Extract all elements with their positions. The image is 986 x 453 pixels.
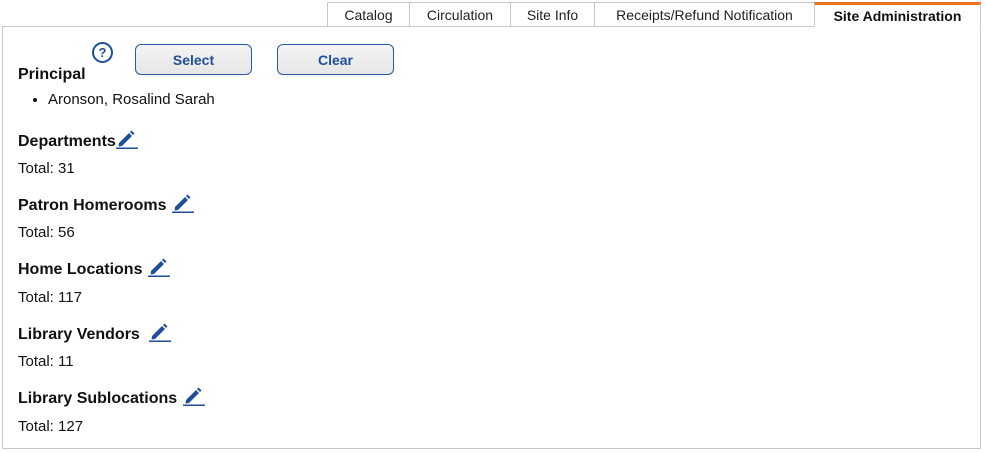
patron-homerooms-heading: Patron Homerooms — [18, 193, 195, 215]
library-vendors-total: Total: 11 — [18, 353, 74, 370]
site-administration-page: Catalog Circulation Site Info Receipts/R… — [0, 0, 986, 453]
patron-homerooms-edit-icon[interactable] — [172, 193, 195, 213]
principal-title: Principal — [18, 66, 86, 83]
patron-homerooms-total: Total: 56 — [18, 224, 75, 241]
principal-name: Aronson, Rosalind Sarah — [48, 91, 215, 108]
library-vendors-heading: Library Vendors — [18, 322, 171, 344]
departments-edit-icon[interactable] — [115, 129, 138, 149]
departments-total: Total: 31 — [18, 160, 75, 177]
library-sublocations-edit-icon[interactable] — [183, 386, 206, 406]
home-locations-heading: Home Locations — [18, 257, 171, 279]
principal-list: Aronson, Rosalind Sarah — [28, 91, 215, 108]
library-sublocations-title: Library Sublocations — [18, 390, 178, 407]
help-circle-icon[interactable]: ? — [92, 42, 113, 63]
tab-site-info[interactable]: Site Info — [510, 2, 595, 26]
clear-principal-button[interactable]: Clear — [277, 44, 394, 75]
departments-heading: Departments — [18, 129, 138, 151]
library-sublocations-heading: Library Sublocations — [18, 386, 206, 408]
library-vendors-edit-icon[interactable] — [148, 322, 171, 342]
home-locations-title: Home Locations — [18, 261, 143, 278]
tab-catalog[interactable]: Catalog — [327, 2, 410, 26]
principal-heading: Principal — [18, 66, 86, 84]
tab-receipts-refund-notification[interactable]: Receipts/Refund Notification — [594, 2, 815, 26]
select-principal-button[interactable]: Select — [135, 44, 252, 75]
tab-circulation[interactable]: Circulation — [409, 2, 511, 26]
tab-bar: Catalog Circulation Site Info Receipts/R… — [327, 2, 981, 27]
library-vendors-title: Library Vendors — [18, 326, 140, 343]
site-administration-panel: ? Select Clear Principal Aronson, Rosali… — [2, 26, 981, 449]
library-sublocations-total: Total: 127 — [18, 418, 84, 435]
home-locations-edit-icon[interactable] — [148, 257, 171, 277]
tab-site-administration[interactable]: Site Administration — [814, 2, 981, 27]
home-locations-total: Total: 117 — [18, 289, 82, 306]
departments-title: Departments — [18, 133, 116, 150]
patron-homerooms-title: Patron Homerooms — [18, 197, 167, 214]
